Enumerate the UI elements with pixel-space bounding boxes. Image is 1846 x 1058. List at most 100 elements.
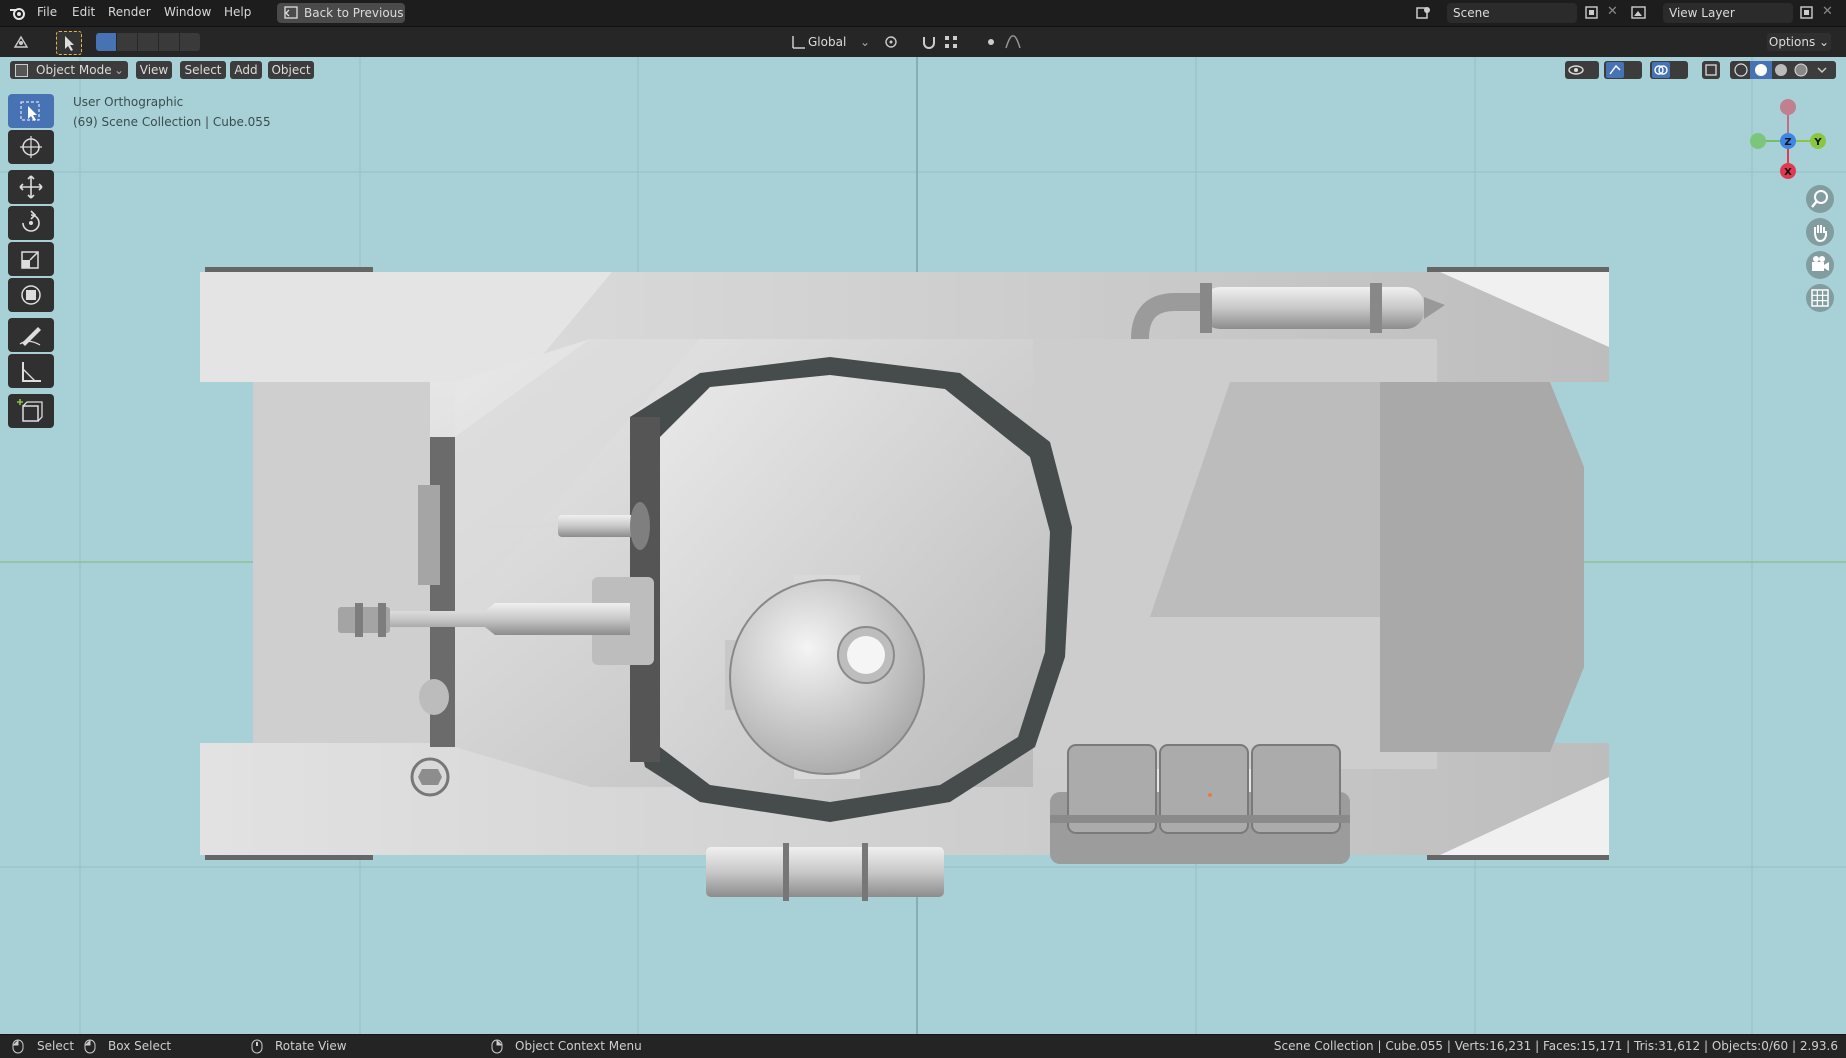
rotate-tool[interactable] — [8, 206, 54, 240]
options-label: Options — [1768, 35, 1816, 49]
selection-mode-extend[interactable] — [117, 33, 137, 51]
status-bar: Select Box Select Rotate View Object Con… — [0, 1034, 1846, 1058]
tank-model[interactable] — [0, 57, 1846, 1034]
scale-icon — [21, 251, 39, 269]
cursor-icon — [20, 136, 42, 158]
zoom-icon — [1811, 190, 1828, 208]
scene-name-field[interactable]: Scene — [1447, 3, 1577, 23]
xray-icon — [1705, 64, 1717, 76]
select-menu[interactable]: Select — [180, 61, 226, 79]
selection-mode-group — [96, 33, 200, 51]
camera-view-button[interactable] — [1806, 251, 1834, 279]
gizmo-z-label: Z — [1784, 137, 1791, 148]
object-mode-label: Object Mode — [36, 63, 112, 77]
status-box-select: Box Select — [108, 1039, 172, 1053]
add-menu[interactable]: Add — [230, 61, 262, 79]
back-to-previous-label: Back to Previous — [304, 6, 404, 20]
transform-tool[interactable] — [8, 278, 54, 312]
move-tool[interactable] — [8, 170, 54, 204]
mouse-middle-icon — [251, 1039, 263, 1054]
menu-window[interactable]: Window — [164, 5, 211, 19]
chevron-down-icon: ⌄ — [113, 63, 124, 77]
view-layer-value: View Layer — [1669, 6, 1735, 20]
select-tool-button[interactable] — [56, 31, 82, 55]
mouse-left-icon — [12, 1039, 24, 1054]
move-icon — [19, 175, 43, 199]
scene-selector-icon[interactable] — [1415, 4, 1433, 22]
navigation-gizmo[interactable]: Z Y X — [1740, 93, 1836, 183]
selection-mode-intersect[interactable] — [180, 33, 200, 51]
gizmo-x-label: X — [1784, 167, 1792, 178]
menu-render[interactable]: Render — [108, 5, 151, 19]
pivot-point-icon[interactable] — [882, 33, 900, 51]
grid-icon — [1811, 289, 1829, 307]
chevron-down-icon: ⌄ — [859, 35, 870, 49]
gizmo-toggle[interactable] — [1604, 61, 1642, 79]
status-rotate-view: Rotate View — [275, 1039, 347, 1053]
proportional-editing-icon[interactable] — [982, 33, 1000, 51]
gizmo-icon — [1606, 62, 1624, 78]
close-view-layer-icon[interactable]: ✕ — [1822, 4, 1833, 19]
view-layer-field[interactable]: View Layer — [1663, 3, 1793, 23]
select-box-tool[interactable] — [8, 94, 54, 128]
xray-toggle[interactable] — [1702, 61, 1720, 79]
viewport-collection-label: (69) Scene Collection | Cube.055 — [73, 115, 271, 129]
scene-name-value: Scene — [1453, 6, 1490, 20]
mouse-right-icon — [491, 1039, 503, 1054]
status-select: Select — [37, 1039, 75, 1053]
view-menu[interactable]: View — [136, 61, 172, 79]
transform-orientation-dropdown[interactable]: Global ⌄ — [808, 33, 872, 51]
select-box-icon — [20, 101, 40, 121]
overlays-toggle[interactable] — [1650, 61, 1688, 79]
new-view-layer-icon[interactable] — [1798, 4, 1816, 22]
blender-logo-icon[interactable] — [9, 4, 27, 22]
status-context-menu: Object Context Menu — [515, 1039, 642, 1053]
ortho-toggle-button[interactable] — [1806, 284, 1834, 312]
menu-edit[interactable]: Edit — [72, 5, 95, 19]
zoom-button[interactable] — [1806, 185, 1834, 213]
rotate-icon — [22, 210, 40, 232]
annotate-tool[interactable] — [8, 318, 54, 352]
eye-icon — [1568, 65, 1584, 75]
back-icon — [284, 6, 298, 19]
new-scene-icon[interactable] — [1583, 4, 1601, 22]
measure-ruler-icon — [22, 362, 41, 382]
annotate-pencil-icon — [19, 327, 41, 346]
selection-mode-invert[interactable] — [159, 33, 179, 51]
options-dropdown[interactable]: Options ⌄ — [1767, 33, 1831, 51]
falloff-curve-icon[interactable] — [1004, 33, 1022, 51]
transform-icon — [21, 285, 41, 305]
selection-mode-set[interactable] — [96, 33, 116, 51]
shading-modes — [1730, 61, 1836, 79]
object-mode-icon — [15, 64, 28, 77]
close-scene-icon[interactable]: ✕ — [1607, 4, 1618, 19]
scale-tool[interactable] — [8, 242, 54, 276]
menu-file[interactable]: File — [37, 5, 57, 19]
view-layer-icon[interactable] — [1630, 4, 1648, 22]
3d-viewport[interactable]: Object Mode ⌄ View Select Add Object Use… — [0, 57, 1846, 1034]
camera-icon — [1812, 256, 1829, 271]
hand-icon — [1814, 225, 1827, 243]
object-menu[interactable]: Object — [268, 61, 314, 79]
snap-increment-icon[interactable] — [942, 33, 960, 51]
top-bar: File Edit Render Window Help Back to Pre… — [0, 0, 1846, 27]
measure-tool[interactable] — [8, 354, 54, 388]
object-mode-dropdown[interactable]: Object Mode ⌄ — [10, 61, 128, 79]
cursor-tool[interactable] — [8, 130, 54, 164]
gizmo-y-label: Y — [1813, 137, 1822, 148]
shading-icons — [1734, 61, 1827, 79]
transform-orientation-value: Global — [808, 35, 847, 49]
mouse-drag-icon — [84, 1039, 96, 1054]
add-cube-icon — [17, 399, 43, 422]
viewport-projection-label: User Orthographic — [73, 95, 184, 109]
back-to-previous-button[interactable]: Back to Previous — [277, 3, 405, 23]
transform-orientation-icon — [792, 36, 805, 49]
visibility-dropdown[interactable] — [1565, 61, 1599, 79]
editor-type-icon[interactable] — [12, 33, 30, 51]
overlays-icon — [1652, 62, 1670, 78]
selection-mode-subtract[interactable] — [138, 33, 158, 51]
add-cube-tool[interactable] — [8, 394, 54, 428]
menu-help[interactable]: Help — [224, 5, 251, 19]
pan-button[interactable] — [1806, 218, 1834, 246]
snap-magnet-icon[interactable] — [920, 33, 938, 51]
